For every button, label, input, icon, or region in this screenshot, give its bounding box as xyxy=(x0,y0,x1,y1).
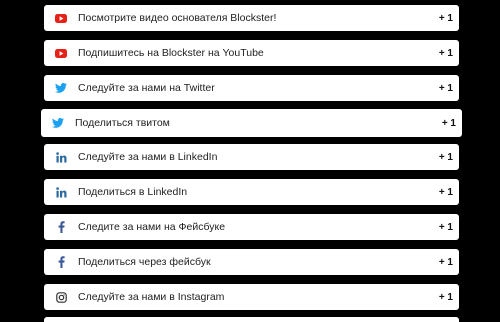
youtube-icon xyxy=(54,46,68,60)
task-points: + 1 xyxy=(438,256,453,268)
twitter-icon xyxy=(51,116,65,130)
task-follow-facebook[interactable]: Следите за нами на Фейсбуке + 1 xyxy=(44,214,459,240)
task-points: + 1 xyxy=(438,151,453,163)
task-share-tweet[interactable]: Поделиться твитом + 1 xyxy=(41,109,462,137)
task-follow-linkedin[interactable]: Следуйте за нами в LinkedIn + 1 xyxy=(44,144,459,170)
linkedin-icon xyxy=(54,150,68,164)
facebook-icon xyxy=(54,220,68,234)
task-label: Следуйте за нами на Twitter xyxy=(78,82,215,94)
task-share-facebook[interactable]: Поделиться через фейсбук + 1 xyxy=(44,249,459,275)
task-points: + 1 xyxy=(438,291,453,303)
task-label: Поделиться в LinkedIn xyxy=(78,186,188,198)
task-points: + 1 xyxy=(438,47,453,59)
facebook-icon xyxy=(54,255,68,269)
task-follow-instagram[interactable]: Следуйте за нами в Instagram + 1 xyxy=(44,284,459,310)
task-points: + 1 xyxy=(441,117,456,129)
instagram-icon xyxy=(54,290,68,304)
task-label: Посмотрите видео основателя Blockster! xyxy=(78,12,277,24)
task-share-linkedin[interactable]: Поделиться в LinkedIn + 1 xyxy=(44,179,459,205)
task-points: + 1 xyxy=(438,221,453,233)
task-label: Следите за нами на Фейсбуке xyxy=(78,221,226,233)
task-list-page: Посмотрите видео основателя Blockster! +… xyxy=(0,0,500,322)
task-points: + 1 xyxy=(438,12,453,24)
task-points: + 1 xyxy=(438,82,453,94)
task-label: Подпишитесь на Blockster на YouTube xyxy=(78,47,264,59)
task-label: Поделиться твитом xyxy=(75,117,170,129)
task-watch-founder-video[interactable]: Посмотрите видео основателя Blockster! +… xyxy=(44,5,459,31)
task-follow-twitter[interactable]: Следуйте за нами на Twitter + 1 xyxy=(44,75,459,101)
task-label: Следуйте за нами в LinkedIn xyxy=(78,151,218,163)
task-label: Следуйте за нами в Instagram xyxy=(78,291,225,303)
linkedin-icon xyxy=(54,185,68,199)
task-item-partial[interactable] xyxy=(44,317,459,322)
task-label: Поделиться через фейсбук xyxy=(78,256,211,268)
youtube-icon xyxy=(54,11,68,25)
task-subscribe-youtube[interactable]: Подпишитесь на Blockster на YouTube + 1 xyxy=(44,40,459,66)
task-points: + 1 xyxy=(438,186,453,198)
twitter-icon xyxy=(54,81,68,95)
